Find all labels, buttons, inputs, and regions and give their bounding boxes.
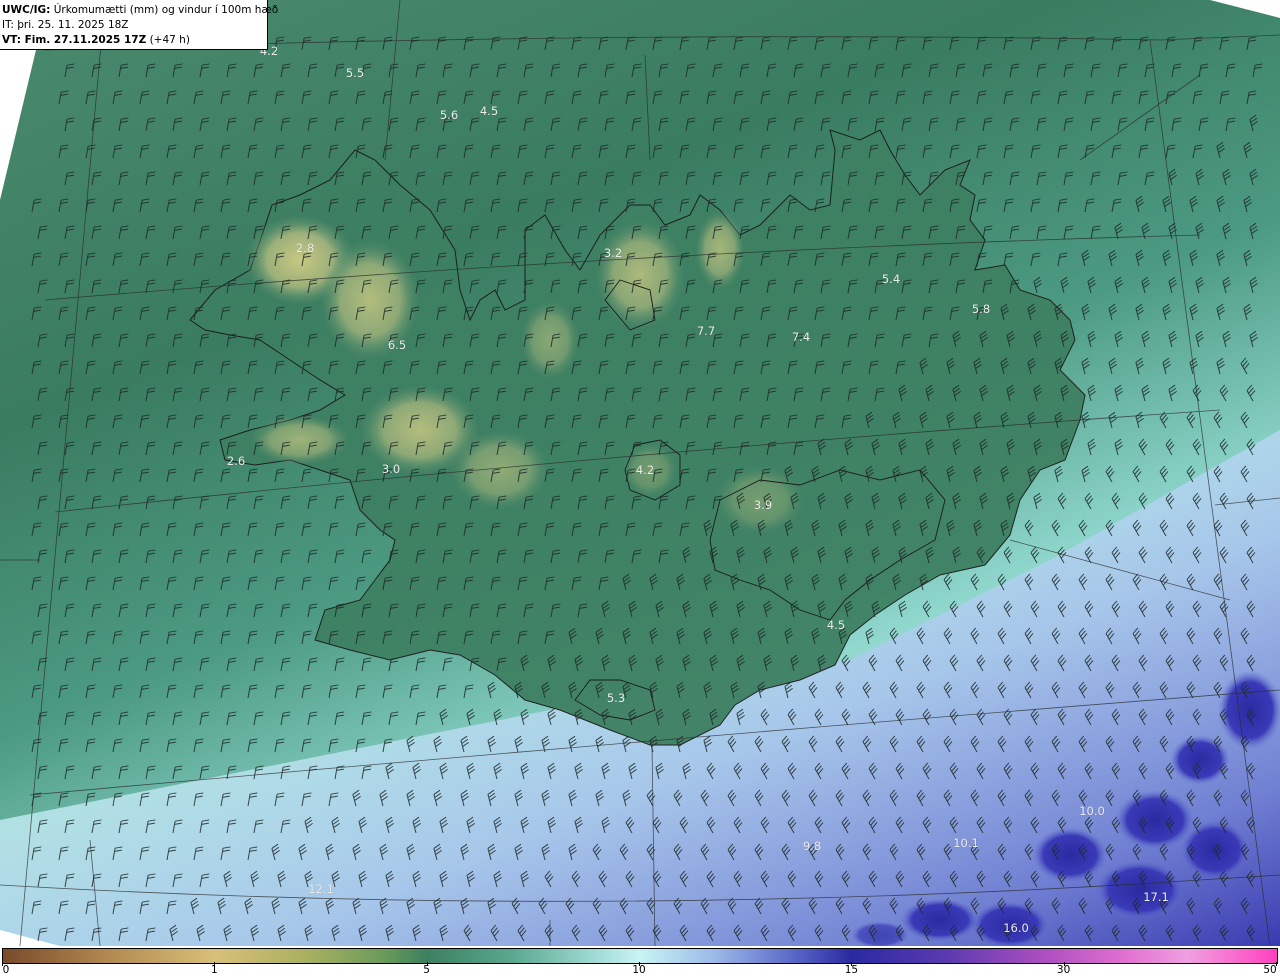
precip-value-label: 2.8 [295, 241, 315, 255]
precip-value-label: 3.2 [603, 246, 623, 260]
precip-value-label: 3.0 [381, 462, 401, 476]
precip-value-label: 5.8 [971, 302, 991, 316]
precip-value-label: 7.7 [696, 324, 716, 338]
precip-value-label: 3.9 [753, 498, 773, 512]
colorbar: 0 1 5 10 15 30 50 [0, 946, 1280, 978]
colorbar-tick-label: 5 [423, 964, 430, 976]
precip-value-label: 4.5 [479, 104, 499, 118]
precip-value-label: 5.5 [345, 66, 365, 80]
title-line-3: VT: Fim. 27.11.2025 17Z (+47 h) [2, 33, 267, 48]
colorbar-tick-label: 15 [844, 964, 859, 976]
model-prefix: UWC/IG: [2, 4, 51, 16]
colorbar-tick-label: 10 [632, 964, 646, 976]
precip-value-label: 9.8 [802, 839, 822, 853]
colorbar-tick-label: 1 [211, 964, 218, 976]
precip-value-label: 5.4 [881, 272, 901, 286]
title-description: Úrkomumætti (mm) og vindur í 100m hæð [50, 4, 279, 16]
colorbar-tick-label: 0 [2, 964, 10, 976]
precip-value-label: 5.6 [439, 108, 459, 122]
colorbar-tick-label: 30 [1056, 964, 1071, 976]
precip-value-label: 6.5 [387, 338, 407, 352]
precip-value-label: 12.1 [308, 882, 334, 896]
valid-time: VT: Fim. 27.11.2025 17Z [2, 34, 147, 46]
precip-value-label: 4.2 [635, 463, 655, 477]
precip-value-label: 10.0 [1079, 804, 1105, 818]
title-line-1: UWC/IG: Úrkomumætti (mm) og vindur í 100… [2, 3, 278, 18]
precip-value-label: 2.6 [226, 454, 246, 468]
precip-value-label: 4.5 [826, 618, 846, 632]
precip-value-label: 10.1 [953, 836, 979, 850]
precip-value-label: 7.4 [791, 330, 811, 344]
precip-value-label: 16.0 [1003, 921, 1029, 935]
issue-time: IT: þri. 25. 11. 2025 18Z [2, 19, 129, 31]
colorbar-tick-label: 50 [1263, 964, 1277, 976]
map-area[interactable]: 4.2 5.5 5.6 4.5 2.8 3.2 5.4 5.8 7.7 7.4 6.5 2.6 3.0 4… [0, 0, 1280, 946]
colorbar-gradient [2, 948, 1278, 964]
map-title-box: UWC/IG: Úrkomumætti (mm) og vindur í 100… [0, 0, 278, 50]
precip-value-label: 17.1 [1143, 890, 1169, 904]
lead-time: (+47 h) [146, 34, 190, 46]
precip-value-label: 5.3 [606, 691, 626, 705]
